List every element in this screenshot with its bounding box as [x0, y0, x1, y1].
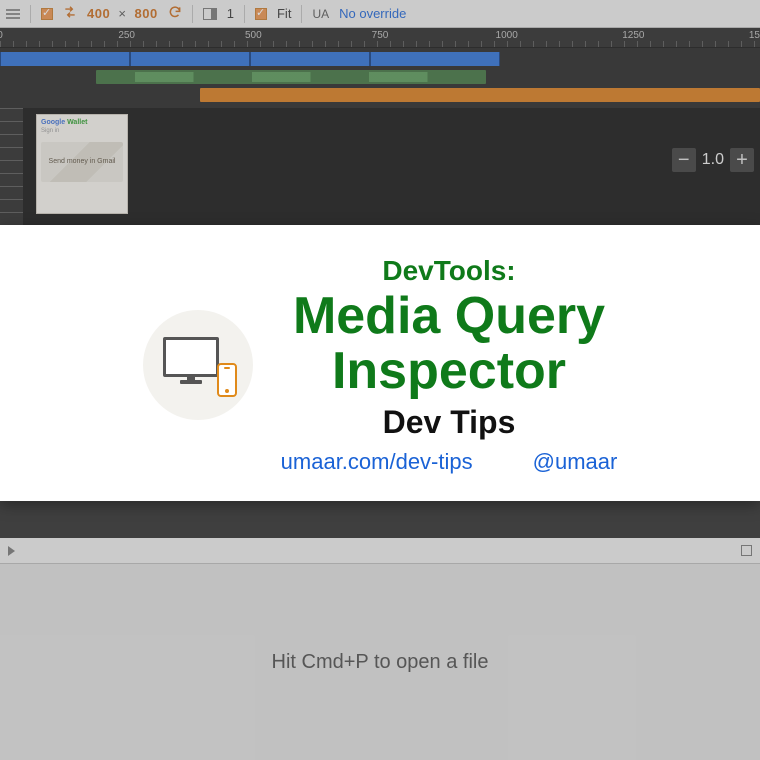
thumb-brand-b: Wallet	[67, 119, 87, 126]
dock-icon[interactable]	[203, 8, 217, 20]
ua-label: UA	[312, 7, 329, 21]
dimension-x: ×	[114, 6, 130, 21]
devices-badge-icon	[143, 310, 253, 420]
ruler-tick: 500	[245, 30, 262, 41]
ruler-tick: 750	[372, 30, 389, 41]
card-headline: Media Query Inspector	[281, 289, 618, 398]
mq-bar-min-max[interactable]	[96, 70, 486, 84]
thumb-sub: Sign in	[41, 128, 123, 134]
horizontal-ruler: 0 250 500 750 1000 1250 1500	[0, 28, 760, 48]
viewport-width[interactable]: 400	[87, 6, 110, 21]
link-handle[interactable]: @umaar	[533, 449, 618, 475]
zoom-out-button[interactable]: −	[672, 148, 696, 172]
ruler-tick: 1000	[496, 30, 518, 41]
fit-checkbox[interactable]	[255, 8, 267, 20]
device-pixel-ratio[interactable]: 1	[227, 6, 234, 21]
zoom-value: 1.0	[702, 151, 724, 169]
ua-value[interactable]: No override	[339, 6, 406, 21]
link-site[interactable]: umaar.com/dev-tips	[281, 449, 473, 475]
viewport-dimensions[interactable]: 400 × 800	[87, 6, 158, 21]
ruler-tick: 250	[118, 30, 135, 41]
sources-toolbar	[0, 538, 760, 564]
card-subhead: Dev Tips	[281, 404, 618, 441]
separator	[244, 5, 245, 23]
separator	[301, 5, 302, 23]
media-query-inspector	[0, 48, 760, 108]
thumb-hero: Send money in Gmail	[41, 142, 123, 182]
open-file-hint: Hit Cmd+P to open a file	[272, 651, 489, 674]
ruler-tick: 1250	[622, 30, 644, 41]
fit-label: Fit	[277, 6, 291, 21]
ruler-tick: 0	[0, 30, 3, 41]
vertical-ruler	[0, 108, 24, 226]
drag-grip-icon	[6, 9, 20, 19]
mq-bar-min-width[interactable]	[200, 88, 760, 102]
panel-toggle-icon[interactable]	[741, 545, 752, 556]
phone-icon	[217, 363, 237, 397]
emulation-checkbox[interactable]	[41, 8, 53, 20]
refresh-icon[interactable]	[168, 5, 182, 22]
card-eyebrow: DevTools:	[281, 255, 618, 287]
play-icon[interactable]	[8, 546, 15, 556]
title-card: DevTools: Media Query Inspector Dev Tips…	[0, 225, 760, 501]
sources-panel: Hit Cmd+P to open a file	[0, 538, 760, 760]
page-thumbnail[interactable]: Google Wallet Sign in Send money in Gmai…	[36, 114, 128, 214]
monitor-icon	[163, 337, 219, 377]
thumb-brand-a: Google	[41, 119, 65, 126]
separator	[192, 5, 193, 23]
mq-bar-max-width[interactable]	[0, 52, 500, 66]
zoom-in-button[interactable]: +	[730, 148, 754, 172]
zoom-control: − 1.0 +	[672, 148, 754, 172]
device-toolbar: 400 × 800 1 Fit UA No override	[0, 0, 760, 28]
ruler-tick: 1500	[749, 30, 760, 41]
emulated-viewport: Google Wallet Sign in Send money in Gmai…	[0, 108, 760, 226]
swap-dimensions-icon[interactable]	[63, 5, 77, 22]
viewport-height[interactable]: 800	[135, 6, 158, 21]
separator	[30, 5, 31, 23]
